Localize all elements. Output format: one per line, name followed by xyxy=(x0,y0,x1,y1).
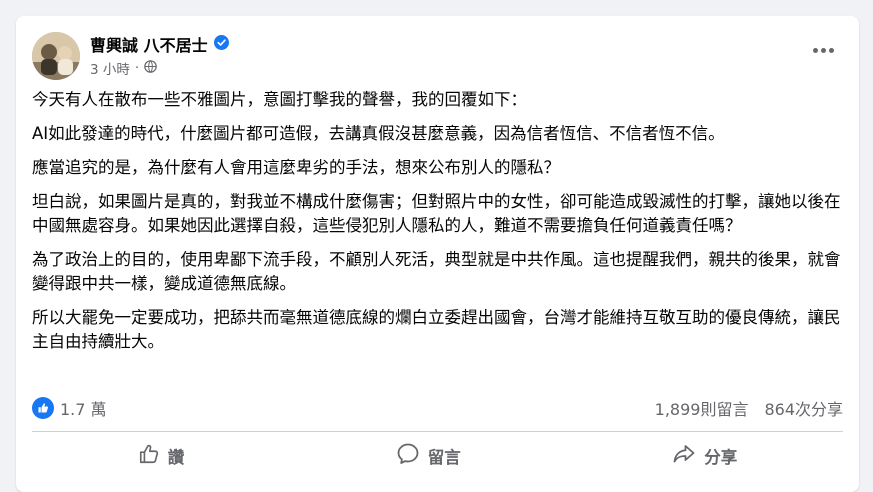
meta-separator: · xyxy=(134,60,140,76)
share-button[interactable]: 分享 xyxy=(642,436,767,476)
post-paragraph: 所以大罷免一定要成功，把舔共而毫無道德底線的爛白立委趕出國會，台灣才能維持互敬互… xyxy=(32,308,841,351)
reaction-summary[interactable]: 1.7 萬 xyxy=(32,396,107,420)
like-label: 讚 xyxy=(167,448,185,467)
post-body: 今天有人在散布一些不雅圖片，意圖打擊我的聲譽，我的回覆如下： AI如此發達的時代… xyxy=(32,88,843,364)
post-card: 曹興誠 八不居士 3 小時 · 今天有人在散布一些不雅圖片，意圖打擊我的聲譽，我… xyxy=(16,16,859,492)
share-arrow-icon xyxy=(672,442,696,470)
reaction-count: 1.7 萬 xyxy=(60,400,107,419)
post-paragraph: 坦白說，如果圖片是真的，對我並不構成什麼傷害；但對照片中的女性，卻可能造成毀滅性… xyxy=(32,192,841,235)
share-count[interactable]: 864次分享 xyxy=(764,396,843,420)
comment-count[interactable]: 1,899則留言 xyxy=(655,396,749,420)
comment-button[interactable]: 留言 xyxy=(366,436,491,476)
post-paragraph: 為了政治上的目的，使用卑鄙下流手段，不顧別人死活，典型就是中共作風。這也提醒我們… xyxy=(32,250,841,293)
comment-label: 留言 xyxy=(427,448,461,467)
divider xyxy=(32,431,843,432)
post-paragraph: 今天有人在散布一些不雅圖片，意圖打擊我的聲譽，我的回覆如下： xyxy=(32,90,527,109)
comment-bubble-icon xyxy=(396,442,420,470)
like-button[interactable]: 讚 xyxy=(108,437,215,475)
verified-badge-icon xyxy=(213,34,229,54)
globe-icon xyxy=(144,59,157,77)
author-name[interactable]: 曹興誠 八不居士 xyxy=(90,32,208,56)
share-label: 分享 xyxy=(704,448,738,467)
more-icon[interactable] xyxy=(809,40,837,60)
post-timestamp[interactable]: 3 小時 xyxy=(90,58,130,78)
post-paragraph: 應當追究的是，為什麼有人會用這麼卑劣的手法，想來公布別人的隱私？ xyxy=(32,158,560,177)
post-paragraph: AI如此發達的時代，什麼圖片都可造假，去講真假沒甚麼意義，因為信者恆信、不信者恆… xyxy=(32,124,725,143)
avatar[interactable] xyxy=(32,32,80,80)
like-reaction-icon xyxy=(32,397,54,419)
thumbs-up-icon xyxy=(138,443,160,469)
